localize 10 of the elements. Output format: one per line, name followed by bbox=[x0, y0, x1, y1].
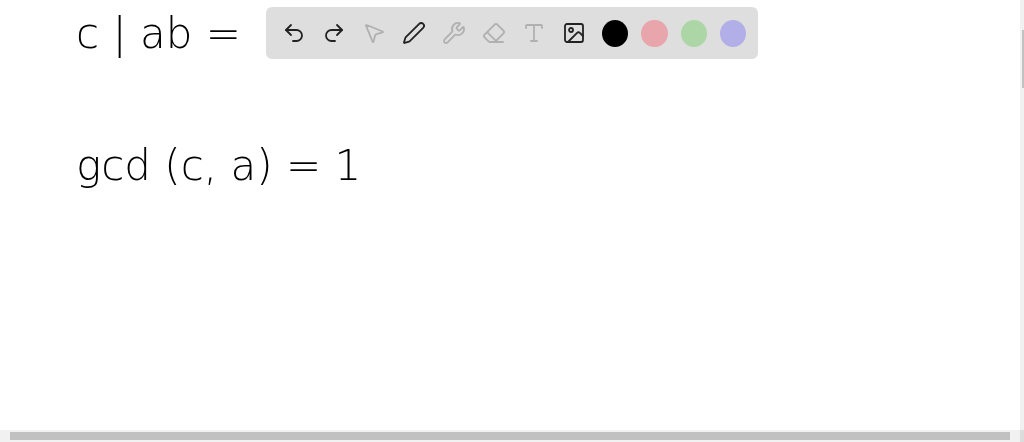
wrench-icon bbox=[441, 21, 466, 45]
color-swatch[interactable] bbox=[602, 19, 629, 47]
color-swatch[interactable] bbox=[641, 19, 668, 47]
eraser-icon bbox=[481, 21, 506, 45]
color-swatch[interactable] bbox=[719, 19, 746, 47]
handwritten-text: c | ab = bbox=[76, 8, 241, 60]
image-icon bbox=[561, 21, 586, 45]
handwritten-text: gcd (c, a) = 1 bbox=[76, 140, 362, 192]
color-swatch[interactable] bbox=[680, 19, 707, 47]
pen-icon bbox=[401, 21, 426, 45]
